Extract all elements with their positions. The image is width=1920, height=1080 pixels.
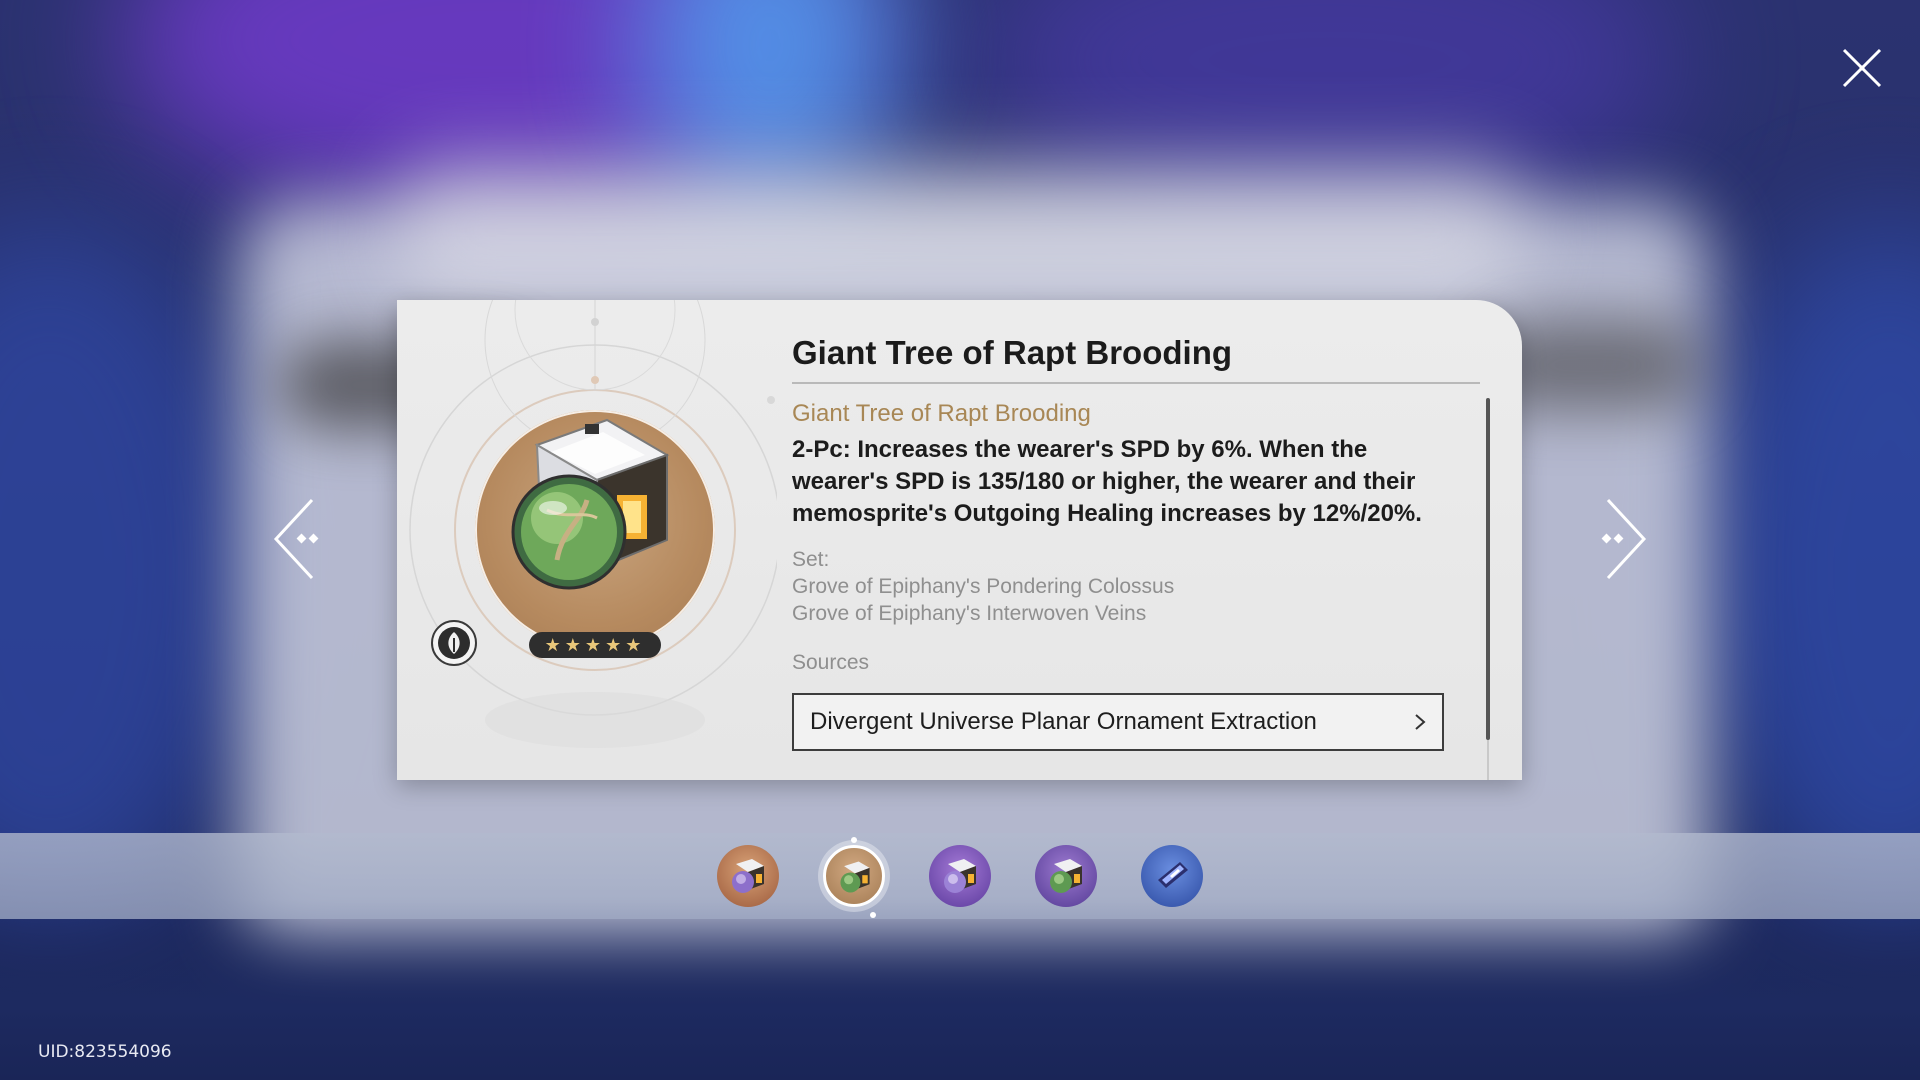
planar-ornament-icon: [511, 418, 670, 590]
close-button[interactable]: [1838, 44, 1886, 92]
relic-description-scroll[interactable]: Giant Tree of Rapt Brooding 2-Pc: Increa…: [792, 400, 1462, 780]
planar-ornament-icon: [1050, 859, 1082, 893]
scrollbar-track: [1487, 740, 1489, 780]
set-effect: 2-Pc: Increases the wearer's SPD by 6%. …: [792, 436, 1422, 527]
set-piece: Grove of Epiphany's Pondering Colossus: [792, 575, 1175, 598]
bg-glow: [1700, 220, 1920, 920]
planar-ornament-icon: [944, 859, 976, 893]
planar-ornament-icon: [732, 859, 764, 893]
selection-indicator: [870, 912, 876, 918]
relic-info: Giant Tree of Rapt Brooding Giant Tree o…: [792, 300, 1492, 780]
sources-label: Sources: [792, 651, 870, 674]
set-label: Set:: [792, 548, 830, 571]
carousel-item[interactable]: [1035, 845, 1097, 907]
title-divider: [792, 382, 1480, 384]
set-piece: Grove of Epiphany's Interwoven Veins: [792, 602, 1147, 625]
carousel-item-selected[interactable]: [823, 837, 885, 918]
abundance-path-icon: [431, 620, 477, 666]
source-label: Divergent Universe Planar Ornament Extra…: [810, 708, 1317, 735]
chevron-right-icon: [1601, 498, 1647, 580]
scrollbar-thumb[interactable]: [1486, 398, 1490, 740]
planar-ornament-icon: [1158, 862, 1188, 888]
planar-ornament-icon: [840, 861, 870, 893]
carousel-item[interactable]: [1141, 845, 1203, 907]
relic-title: Giant Tree of Rapt Brooding: [792, 334, 1233, 371]
relic-preview: ★★★★★: [397, 300, 777, 780]
bg-glow: [0, 220, 260, 920]
carousel-item[interactable]: [717, 845, 779, 907]
relic-detail-card: ★★★★★ Giant Tree of Rapt Brooding Giant …: [397, 300, 1522, 780]
source-button[interactable]: Divergent Universe Planar Ornament Extra…: [792, 693, 1444, 751]
chevron-right-icon: [1415, 714, 1426, 730]
set-name: Giant Tree of Rapt Brooding: [792, 400, 1091, 427]
next-button[interactable]: [1590, 496, 1650, 582]
chevron-left-icon: [273, 498, 319, 580]
relic-carousel: [0, 833, 1920, 919]
rarity-stars: ★★★★★: [529, 632, 661, 658]
bg-panel: [400, 160, 1520, 300]
close-icon: [1842, 48, 1882, 88]
user-uid: UID:823554096: [38, 1042, 172, 1062]
bg-shade: [0, 900, 1920, 1080]
previous-button[interactable]: [270, 496, 330, 582]
selection-indicator: [851, 837, 857, 843]
carousel-item[interactable]: [929, 845, 991, 907]
